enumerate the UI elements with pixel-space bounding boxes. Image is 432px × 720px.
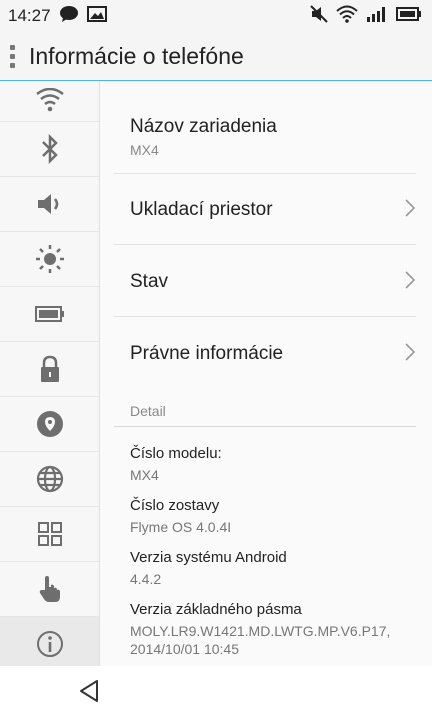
device-name-value: MX4 xyxy=(130,142,159,158)
touch-icon xyxy=(37,574,63,604)
device-name-label: Názov zariadenia xyxy=(130,116,277,137)
apps-grid-icon xyxy=(37,521,63,547)
page-title: Informácie o telefóne xyxy=(29,42,244,69)
brightness-icon xyxy=(35,244,65,274)
bluetooth-icon xyxy=(38,134,62,164)
location-icon xyxy=(35,409,65,439)
lock-icon xyxy=(38,354,62,384)
globe-icon xyxy=(35,464,65,494)
menu-icon[interactable] xyxy=(10,44,15,68)
sidebar-item-accessibility[interactable] xyxy=(0,562,99,617)
detail-key: Číslo zostavy xyxy=(130,497,220,514)
volume-icon xyxy=(36,192,64,216)
navigation-bar xyxy=(0,666,432,720)
chat-bubble-icon xyxy=(59,5,79,28)
chevron-right-icon xyxy=(404,270,416,295)
chevron-right-icon xyxy=(404,198,416,223)
sidebar-item-sound[interactable] xyxy=(0,177,99,232)
detail-key: Verzia systému Android xyxy=(130,549,287,566)
detail-build-number: Číslo zostavy Flyme OS 4.0.4I xyxy=(130,497,231,536)
section-header-detail: Detail xyxy=(130,403,166,419)
sidebar-item-apps[interactable] xyxy=(0,507,99,562)
sidebar-item-language[interactable] xyxy=(0,452,99,507)
about-phone-panel: Názov zariadenia MX4 Ukladací priestor S… xyxy=(100,81,432,666)
battery-icon xyxy=(34,305,65,323)
detail-android-version: Verzia systému Android 4.4.2 xyxy=(130,549,287,588)
detail-value: MOLY.LR9.W1421.MD.LWTG.MP.V6.P17, xyxy=(130,623,391,639)
storage-row[interactable]: Ukladací priestor xyxy=(114,173,416,245)
signal-icon xyxy=(366,6,388,27)
status-bar: 14:27 xyxy=(0,0,432,32)
wifi-icon xyxy=(336,5,358,28)
sidebar-item-about[interactable] xyxy=(0,617,99,666)
status-row[interactable]: Stav xyxy=(114,244,416,317)
sidebar-item-battery[interactable] xyxy=(0,287,99,342)
detail-value: Flyme OS 4.0.4I xyxy=(130,519,232,535)
legal-info-label: Právne informácie xyxy=(130,343,284,364)
device-name-row[interactable]: Názov zariadenia MX4 xyxy=(114,81,416,174)
info-icon xyxy=(35,629,65,659)
settings-sidebar xyxy=(0,81,100,666)
title-bar: Informácie o telefóne xyxy=(0,32,432,81)
image-icon xyxy=(86,5,107,27)
sidebar-item-security[interactable] xyxy=(0,342,99,397)
detail-value-date: 2014/10/01 10:45 xyxy=(130,641,239,657)
detail-value: MX4 xyxy=(130,467,159,483)
battery-icon xyxy=(396,6,422,26)
storage-label: Ukladací priestor xyxy=(130,199,273,220)
status-label: Stav xyxy=(130,271,169,292)
detail-key: Číslo modelu: xyxy=(130,445,222,462)
sidebar-item-display[interactable] xyxy=(0,232,99,287)
wifi-icon xyxy=(35,88,65,114)
detail-model-number: Číslo modelu: MX4 xyxy=(130,445,222,484)
sidebar-item-bluetooth[interactable] xyxy=(0,122,99,177)
detail-baseband-version: Verzia základného pásma MOLY.LR9.W1421.M… xyxy=(130,601,390,658)
section-divider xyxy=(114,426,416,427)
status-time: 14:27 xyxy=(8,6,51,25)
mute-icon xyxy=(310,4,328,28)
sidebar-item-location[interactable] xyxy=(0,397,99,452)
legal-info-row[interactable]: Právne informácie xyxy=(114,316,416,390)
sidebar-item-wifi[interactable] xyxy=(0,81,99,122)
chevron-right-icon xyxy=(404,342,416,367)
detail-value: 4.4.2 xyxy=(130,571,162,587)
detail-key: Verzia základného pásma xyxy=(130,601,302,618)
back-triangle-icon[interactable] xyxy=(78,679,100,708)
